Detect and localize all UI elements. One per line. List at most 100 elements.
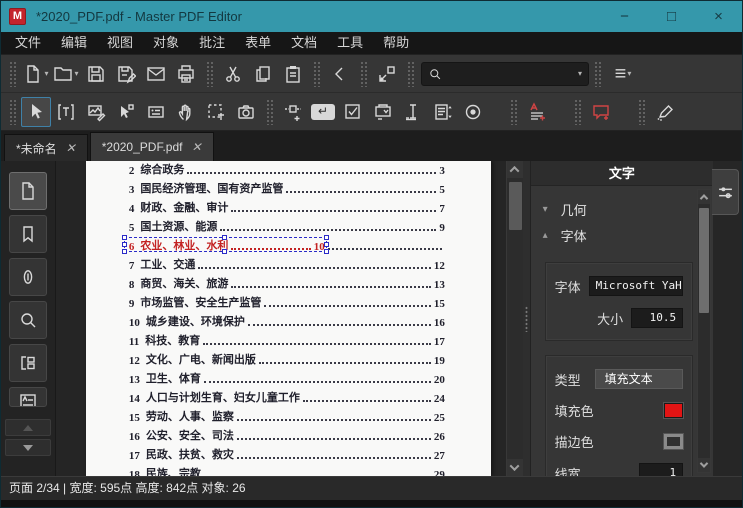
sidebar-signatures-button[interactable] bbox=[9, 387, 47, 407]
enter-key-tool-button[interactable]: ↵ bbox=[308, 97, 338, 127]
select-tool-button[interactable] bbox=[21, 97, 51, 127]
menu-view[interactable]: 视图 bbox=[97, 32, 143, 54]
toolbar-grip[interactable] bbox=[206, 61, 213, 87]
toc-row[interactable]: 4财政、金融、审计7 bbox=[129, 196, 445, 215]
font-value-field[interactable]: Microsoft YaHei bbox=[589, 276, 683, 296]
save-as-button[interactable] bbox=[111, 59, 141, 89]
checkbox-tool-button[interactable] bbox=[338, 97, 368, 127]
menu-document[interactable]: 文档 bbox=[281, 32, 327, 54]
panel-scrollbar[interactable] bbox=[697, 189, 711, 473]
selection-handle[interactable] bbox=[324, 235, 329, 240]
selection-handle[interactable] bbox=[122, 242, 127, 247]
sidebar-bookmarks-button[interactable] bbox=[9, 215, 47, 253]
close-button[interactable]: × bbox=[695, 1, 742, 32]
menu-help[interactable]: 帮助 bbox=[373, 32, 419, 54]
toc-row[interactable]: 2综合政务3 bbox=[129, 161, 445, 177]
listbox-tool-button[interactable] bbox=[428, 97, 458, 127]
cut-button[interactable] bbox=[218, 59, 248, 89]
toolbar-grip[interactable] bbox=[594, 61, 601, 87]
pen-tool-button[interactable] bbox=[650, 97, 680, 127]
tab-close-icon[interactable]: ✕ bbox=[191, 140, 201, 154]
toc-row[interactable]: 14人口与计划生育、妇女儿童工作24 bbox=[129, 386, 445, 405]
add-text-annotation-button[interactable] bbox=[522, 97, 552, 127]
panel-splitter[interactable] bbox=[523, 161, 530, 476]
email-button[interactable] bbox=[141, 59, 171, 89]
toc-row[interactable]: 16公安、安全、司法26 bbox=[129, 424, 445, 443]
toc-row[interactable]: 11科技、教育17 bbox=[129, 329, 445, 348]
type-dropdown[interactable]: 填充文本 bbox=[595, 369, 683, 389]
fit-page-button[interactable] bbox=[372, 59, 402, 89]
toolbar-grip[interactable] bbox=[9, 61, 16, 87]
scroll-down-button[interactable] bbox=[507, 459, 523, 476]
menu-form[interactable]: 表单 bbox=[235, 32, 281, 54]
print-button[interactable] bbox=[171, 59, 201, 89]
selection-handle[interactable] bbox=[122, 249, 127, 254]
toolbar-grip[interactable] bbox=[313, 61, 320, 87]
search-input[interactable] bbox=[442, 67, 577, 81]
edit-path-tool-button[interactable] bbox=[111, 97, 141, 127]
toc-row[interactable]: 15劳动、人事、监察25 bbox=[129, 405, 445, 424]
document-scrollbar[interactable] bbox=[506, 161, 523, 476]
toc-row[interactable]: 17民政、扶贫、救灾27 bbox=[129, 443, 445, 462]
scroll-up-button[interactable] bbox=[698, 190, 710, 204]
selected-text-object[interactable]: 6农业、林业、水利10 bbox=[129, 237, 325, 253]
edit-image-tool-button[interactable] bbox=[81, 97, 111, 127]
properties-tab-button[interactable] bbox=[712, 169, 739, 215]
back-button[interactable] bbox=[325, 59, 355, 89]
menu-object[interactable]: 对象 bbox=[143, 32, 189, 54]
stroke-color-swatch[interactable] bbox=[664, 434, 683, 449]
toc-row[interactable]: 10城乡建设、环境保护16 bbox=[129, 310, 445, 329]
maximize-button[interactable]: □ bbox=[648, 1, 695, 32]
section-font[interactable]: ▴ 字体 bbox=[539, 222, 696, 248]
toolbar-grip[interactable] bbox=[510, 99, 517, 125]
menu-edit[interactable]: 编辑 bbox=[51, 32, 97, 54]
edit-text-tool-button[interactable] bbox=[51, 97, 81, 127]
copy-button[interactable] bbox=[248, 59, 278, 89]
toc-row[interactable]: 7工业、交通12 bbox=[129, 253, 445, 272]
toc-row-selected[interactable]: 6农业、林业、水利10 bbox=[129, 234, 445, 253]
scroll-up-button[interactable] bbox=[507, 161, 523, 178]
scrollbar-thumb[interactable] bbox=[699, 208, 709, 313]
section-geometry[interactable]: ▾ 几何 bbox=[539, 196, 696, 222]
text-field-tool-button[interactable] bbox=[398, 97, 428, 127]
toc-row[interactable]: 5国土资源、能源9 bbox=[129, 215, 445, 234]
toc-row[interactable]: 8商贸、海关、旅游13 bbox=[129, 272, 445, 291]
toolbar-grip[interactable] bbox=[360, 61, 367, 87]
document-viewport[interactable]: 2综合政务3 3国民经济管理、国有资产监管5 4财政、金融、审计7 5国土资源、… bbox=[56, 161, 523, 476]
chevron-down-icon[interactable]: ▾ bbox=[578, 69, 582, 78]
toolbar-grip[interactable] bbox=[407, 61, 414, 87]
toc-row[interactable]: 18民族、宗教29 bbox=[129, 462, 445, 476]
size-value-field[interactable]: 10.5 bbox=[631, 308, 683, 328]
combobox-tool-button[interactable] bbox=[368, 97, 398, 127]
menu-tools[interactable]: 工具 bbox=[327, 32, 373, 54]
toc-row[interactable]: 3国民经济管理、国有资产监管5 bbox=[129, 177, 445, 196]
toc-row[interactable]: 13卫生、体育20 bbox=[129, 367, 445, 386]
add-comment-button[interactable] bbox=[586, 97, 616, 127]
new-document-button[interactable]: ▾ bbox=[21, 59, 51, 89]
toolbar-grip[interactable] bbox=[266, 99, 273, 125]
hand-tool-button[interactable] bbox=[171, 97, 201, 127]
toolbar-grip[interactable] bbox=[638, 99, 645, 125]
add-link-button[interactable] bbox=[278, 97, 308, 127]
tab-close-icon[interactable]: ✕ bbox=[66, 141, 76, 155]
fill-color-swatch[interactable] bbox=[664, 403, 683, 418]
linewidth-field[interactable]: 1 bbox=[639, 463, 683, 476]
menu-file[interactable]: 文件 bbox=[5, 32, 51, 54]
more-options-button[interactable]: ≡ ▾ bbox=[608, 59, 638, 89]
toolbar-grip[interactable] bbox=[574, 99, 581, 125]
edit-forms-tool-button[interactable] bbox=[141, 97, 171, 127]
radio-button-tool-button[interactable] bbox=[458, 97, 488, 127]
tab-2020-pdf[interactable]: *2020_PDF.pdf ✕ bbox=[90, 132, 214, 161]
pdf-page[interactable]: 2综合政务3 3国民经济管理、国有资产监管5 4财政、金融、审计7 5国土资源、… bbox=[86, 161, 491, 476]
select-text-tool-button[interactable] bbox=[201, 97, 231, 127]
sidebar-scroll-up-button[interactable] bbox=[5, 419, 51, 436]
selection-handle[interactable] bbox=[122, 235, 127, 240]
toc-row[interactable]: 12文化、广电、新闻出版19 bbox=[129, 348, 445, 367]
sidebar-attachments-button[interactable] bbox=[9, 258, 47, 296]
sidebar-pages-button[interactable] bbox=[9, 172, 47, 210]
tab-untitled[interactable]: *未命名 ✕ bbox=[4, 134, 88, 161]
toolbar-grip[interactable] bbox=[9, 99, 16, 125]
minimize-button[interactable]: − bbox=[601, 1, 648, 32]
scroll-down-button[interactable] bbox=[698, 458, 710, 472]
snapshot-tool-button[interactable] bbox=[231, 97, 261, 127]
